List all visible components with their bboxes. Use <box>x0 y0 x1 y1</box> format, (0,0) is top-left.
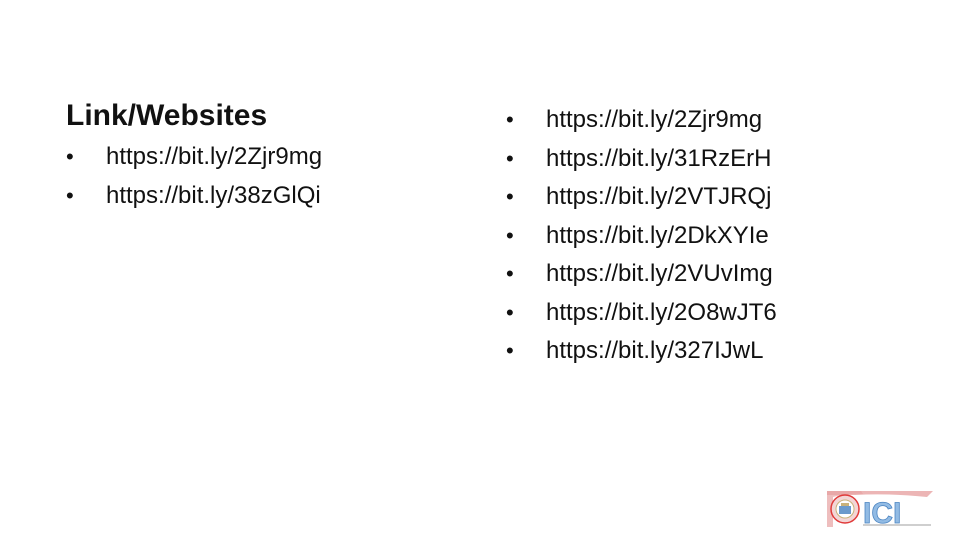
link-text[interactable]: https://bit.ly/2O8wJT6 <box>546 299 777 326</box>
bullet-icon: • <box>66 144 74 169</box>
bullet-icon: • <box>506 261 514 286</box>
link-text[interactable]: https://bit.ly/2Zjr9mg <box>546 106 762 133</box>
slide: Link/Websites • https://bit.ly/2Zjr9mg •… <box>0 0 960 540</box>
section-heading: Link/Websites <box>66 99 268 132</box>
list-item: • https://bit.ly/2O8wJT6 <box>506 294 777 333</box>
list-item: • https://bit.ly/38zGlQi <box>66 177 322 216</box>
link-text[interactable]: https://bit.ly/2Zjr9mg <box>106 143 322 170</box>
list-item: • https://bit.ly/327IJwL <box>506 332 777 371</box>
list-item: • https://bit.ly/2Zjr9mg <box>66 138 322 177</box>
ici-logo-icon: ICI <box>827 489 933 530</box>
bullet-icon: • <box>506 299 514 325</box>
bullet-icon: • <box>506 184 514 209</box>
bullet-icon: • <box>506 107 514 132</box>
left-link-list: • https://bit.ly/2Zjr9mg • https://bit.l… <box>66 138 322 215</box>
list-item: • https://bit.ly/2Zjr9mg <box>506 101 777 140</box>
link-text[interactable]: https://bit.ly/31RzErH <box>546 145 771 172</box>
bullet-icon: • <box>66 182 74 208</box>
link-text[interactable]: https://bit.ly/38zGlQi <box>106 182 321 209</box>
right-link-list: • https://bit.ly/2Zjr9mg • https://bit.l… <box>506 101 777 371</box>
bullet-icon: • <box>506 145 514 171</box>
bullet-icon: • <box>506 338 514 363</box>
list-item: • https://bit.ly/2VUvImg <box>506 255 777 294</box>
link-text[interactable]: https://bit.ly/2VTJRQj <box>546 183 771 210</box>
list-item: • https://bit.ly/2DkXYIe <box>506 217 777 256</box>
bullet-icon: • <box>506 222 514 248</box>
link-text[interactable]: https://bit.ly/327IJwL <box>546 337 763 364</box>
link-text[interactable]: https://bit.ly/2DkXYIe <box>546 222 769 249</box>
list-item: • https://bit.ly/2VTJRQj <box>506 178 777 217</box>
list-item: • https://bit.ly/31RzErH <box>506 140 777 179</box>
link-text[interactable]: https://bit.ly/2VUvImg <box>546 260 773 287</box>
